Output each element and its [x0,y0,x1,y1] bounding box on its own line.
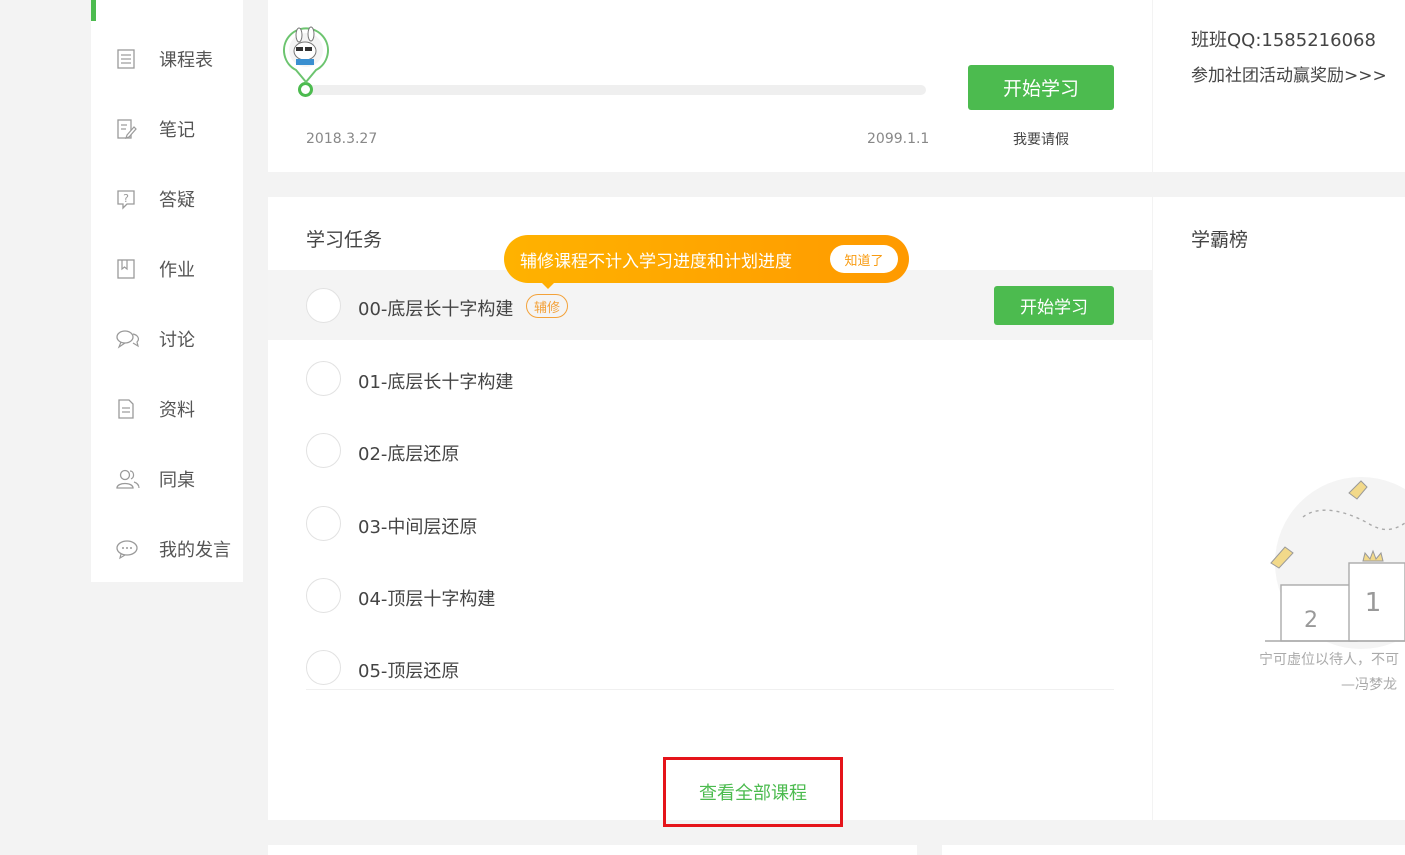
plan-end-date: 2099.1.1 [867,131,930,147]
section-title: 学霸榜 [1191,229,1249,251]
section-title: 学习任务 [306,229,383,251]
list-icon [115,48,137,70]
sidebar-item-schedule[interactable]: 课程表 [91,39,243,79]
svg-text:?: ? [123,192,129,205]
sidebar-item-label: 作业 [159,260,195,281]
sidebar-active-indicator [91,0,96,21]
task-start-button[interactable]: 开始学习 [994,286,1114,325]
list-divider [306,689,1114,690]
comment-icon [115,538,138,560]
sidebar-item-label: 资料 [159,400,195,421]
task-name: 03-中间层还原 [358,517,478,538]
task-name: 00-底层长十字构建 [358,299,514,320]
task-row[interactable]: 03-中间层还原 [268,488,1152,558]
bottom-card-right [942,845,1405,855]
task-status-circle [306,288,341,323]
document-icon [115,398,137,420]
chat-icon [115,328,139,350]
bottom-card-left [268,845,917,855]
learning-tasks-card: 学习任务 00-底层长十字构建 辅修 开始学习 01-底层长十字构建 02-底层… [268,197,1152,827]
sidebar-item-label: 我的发言 [159,540,231,561]
request-leave-link[interactable]: 我要请假 [968,129,1114,149]
tooltip-arrow [540,281,556,289]
sidebar-item-label: 讨论 [159,330,195,351]
start-learning-button[interactable]: 开始学习 [968,65,1114,110]
task-name: 01-底层长十字构建 [358,372,514,393]
sidebar-item-label: 课程表 [159,50,213,71]
task-status-circle [306,506,341,541]
task-status-circle [306,650,341,685]
task-row[interactable]: 05-顶层还原 [268,632,1152,702]
sidebar-item-label: 同桌 [159,470,195,491]
task-row[interactable]: 04-顶层十字构建 [268,560,1152,630]
sidebar-item-deskmate[interactable]: 同桌 [91,459,243,499]
sidebar-item-label: 答疑 [159,190,195,211]
plan-card: 2018.3.27 2099.1.1 开始学习 我要请假 [268,0,1152,172]
sidebar-item-my-posts[interactable]: 我的发言 [91,529,243,569]
ranking-quote: 宁可虚位以待人，不可 [1259,652,1399,668]
task-status-circle [306,578,341,613]
note-icon [115,118,137,140]
bookmark-icon [115,258,137,280]
progress-track [306,85,926,95]
podium-second-label: 2 [1304,608,1318,633]
sidebar-item-qa[interactable]: ? 答疑 [91,179,243,219]
sidebar-item-label: 笔记 [159,120,195,141]
ranking-card: 学霸榜 1 2 宁可虚位以待人，不可 —冯梦龙 [1153,197,1405,820]
task-name: 02-底层还原 [358,444,460,465]
podium-illustration: 1 2 [1261,473,1405,653]
sidebar-item-materials[interactable]: 资料 [91,389,243,429]
class-info-card: 班班QQ:1585216068 参加社团活动赢奖励>>> [1153,0,1405,172]
got-it-button[interactable]: 知道了 [830,245,898,273]
tooltip-text: 辅修课程不计入学习进度和计划进度 [520,251,792,272]
class-qq: 班班QQ:1585216068 [1191,30,1376,51]
sidebar: 课程表 笔记 ? 答疑 作业 讨论 资料 同桌 我的发言 [91,0,243,582]
plan-start-date: 2018.3.27 [306,131,378,147]
sidebar-item-homework[interactable]: 作业 [91,249,243,289]
club-activity-link[interactable]: 参加社团活动赢奖励>>> [1191,61,1387,86]
question-icon: ? [115,188,137,210]
sidebar-item-notes[interactable]: 笔记 [91,109,243,149]
elective-badge: 辅修 [526,294,569,318]
task-name: 04-顶层十字构建 [358,589,496,610]
view-all-courses-link[interactable]: 查看全部课程 [663,757,843,827]
sidebar-item-discussion[interactable]: 讨论 [91,319,243,359]
avatar [281,26,331,84]
ranking-quote-author: —冯梦龙 [1341,677,1397,693]
task-status-circle [306,433,341,468]
task-row[interactable]: 01-底层长十字构建 [268,343,1152,413]
task-row[interactable]: 02-底层还原 [268,415,1152,485]
users-icon [115,468,140,490]
task-name: 05-顶层还原 [358,661,460,682]
podium-first-label: 1 [1365,588,1382,618]
progress-marker[interactable] [298,82,313,97]
task-status-circle [306,361,341,396]
elective-tooltip: 辅修课程不计入学习进度和计划进度 知道了 [504,235,909,289]
